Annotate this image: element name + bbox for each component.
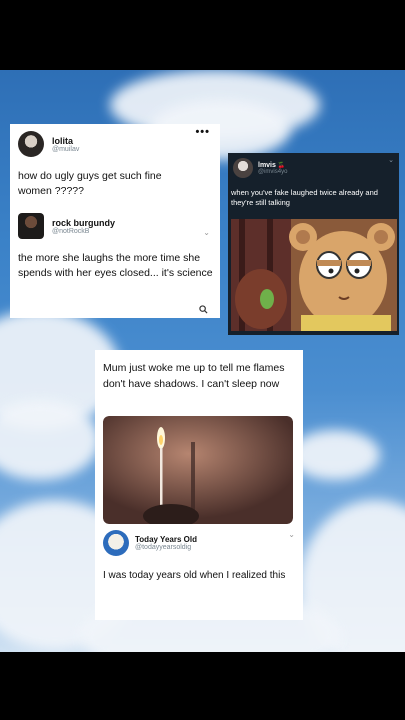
user-name[interactable]: lolita <box>52 136 79 146</box>
reply-user-handle[interactable]: @todayyearsoldig <box>135 544 197 551</box>
reply-text: I was today years old when I realized th… <box>103 570 286 581</box>
user-name[interactable]: lmvis <box>258 162 276 169</box>
tweet-text: how do ugly guys get such fine women ???… <box>18 170 162 197</box>
avatar[interactable] <box>233 158 253 178</box>
tweet-header: lolita @muilav <box>18 131 212 157</box>
tweet-card-lmvis[interactable]: lmvis 🍒 @imvis4yo ⌄ when you've fake lau… <box>228 153 399 335</box>
user-handle[interactable]: @muilav <box>52 146 79 153</box>
reply-header: rock burgundy @notRockB <box>18 213 212 239</box>
chevron-down-icon[interactable]: ⌄ <box>288 530 295 539</box>
reply-user-name[interactable]: Today Years Old <box>135 535 197 544</box>
user-handle[interactable]: @imvis4yo <box>258 169 287 175</box>
more-dots-icon[interactable]: ••• <box>195 126 210 138</box>
reply-header: Today Years Old @todayyearsoldig <box>103 530 197 556</box>
tweet-image[interactable] <box>103 416 293 524</box>
tweet-image[interactable] <box>231 219 397 331</box>
cherry-badge-icon: 🍒 <box>277 162 286 169</box>
chevron-down-icon[interactable]: ⌄ <box>203 228 210 237</box>
tweet-text: Mum just woke me up to tell me flames do… <box>103 362 285 390</box>
reply-text: the more she laughs the more time she sp… <box>18 252 213 279</box>
reply-user-handle[interactable]: @notRockB <box>52 228 115 235</box>
link-icon[interactable] <box>199 305 208 314</box>
tweet-text: when you've fake laughed twice already a… <box>231 188 378 207</box>
tweet-header: lmvis 🍒 @imvis4yo <box>231 158 396 178</box>
reply-user-name[interactable]: rock burgundy <box>52 218 115 228</box>
avatar[interactable] <box>103 530 129 556</box>
tweet-card-flames[interactable]: Mum just woke me up to tell me flames do… <box>95 350 303 620</box>
chevron-down-icon[interactable]: ⌄ <box>388 156 394 164</box>
avatar[interactable] <box>18 131 44 157</box>
tweet-card-lolita[interactable]: lolita @muilav ••• how do ugly guys get … <box>10 124 220 318</box>
avatar[interactable] <box>18 213 44 239</box>
cloud <box>290 430 380 480</box>
